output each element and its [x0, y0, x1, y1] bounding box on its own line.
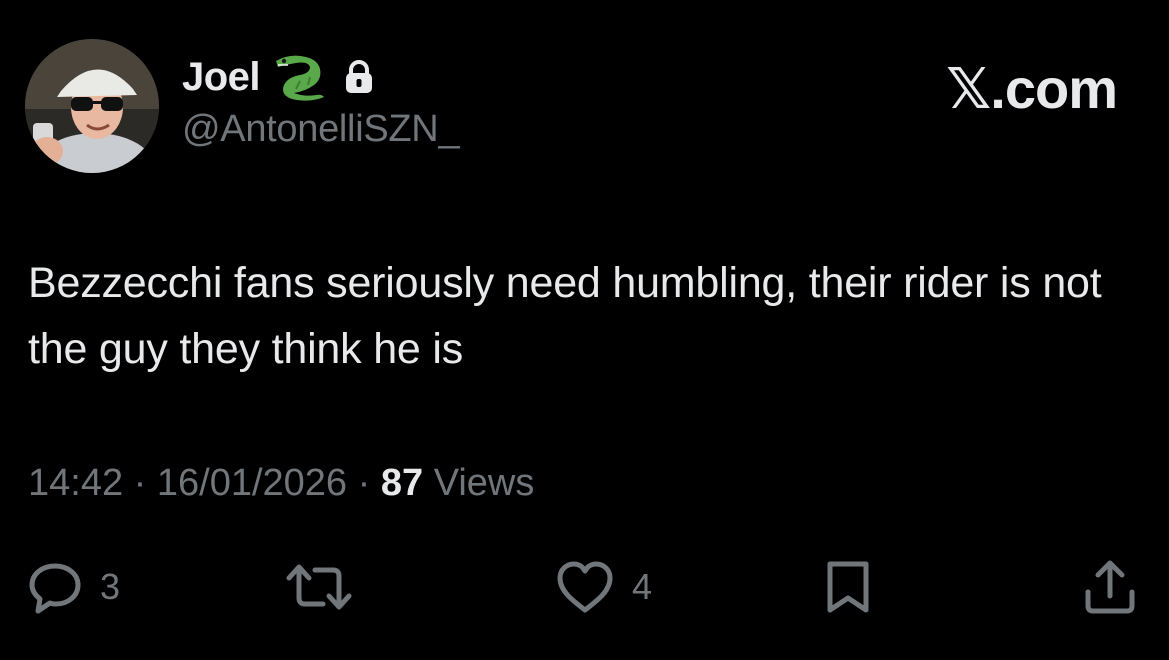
crocodile-icon	[270, 51, 330, 103]
action-bar: 3 4	[0, 555, 1169, 625]
tweet-time[interactable]: 14:42	[28, 462, 123, 504]
user-handle[interactable]: @AntonelliSZN_	[182, 108, 460, 151]
bookmark-button[interactable]	[820, 555, 892, 619]
lock-icon	[344, 60, 374, 94]
share-button[interactable]	[1080, 555, 1156, 619]
views-count: 87	[380, 462, 424, 504]
tweet-text: Bezzecchi fans seriously need humbling, …	[28, 259, 1102, 373]
tweet-meta: 14:42 · 16/01/2026 · 87 Views	[28, 462, 534, 505]
bookmark-icon	[820, 558, 876, 616]
display-name[interactable]: Joel	[182, 55, 261, 100]
reply-button[interactable]: 3	[26, 555, 120, 619]
meta-separator: ·	[133, 462, 147, 504]
reply-icon	[26, 558, 84, 616]
share-icon	[1080, 558, 1140, 616]
brand-watermark: 𝕏.com	[946, 57, 1118, 120]
retweet-button[interactable]	[283, 555, 371, 619]
name-row: Joel	[182, 52, 459, 102]
retweet-icon	[283, 558, 355, 616]
heart-icon	[554, 558, 616, 616]
avatar[interactable]	[25, 39, 159, 173]
like-button[interactable]: 4	[554, 555, 652, 619]
meta-separator: ·	[357, 462, 371, 504]
tweet-date[interactable]: 16/01/2026	[157, 462, 347, 504]
tweet-card: Joel @AntonelliSZN_ 𝕏.com Bezzecchi fans	[0, 0, 1169, 660]
like-count: 4	[632, 566, 653, 607]
user-info: Joel @AntonelliSZN_	[182, 52, 460, 151]
reply-count: 3	[100, 566, 121, 607]
views-label: Views	[433, 462, 535, 504]
